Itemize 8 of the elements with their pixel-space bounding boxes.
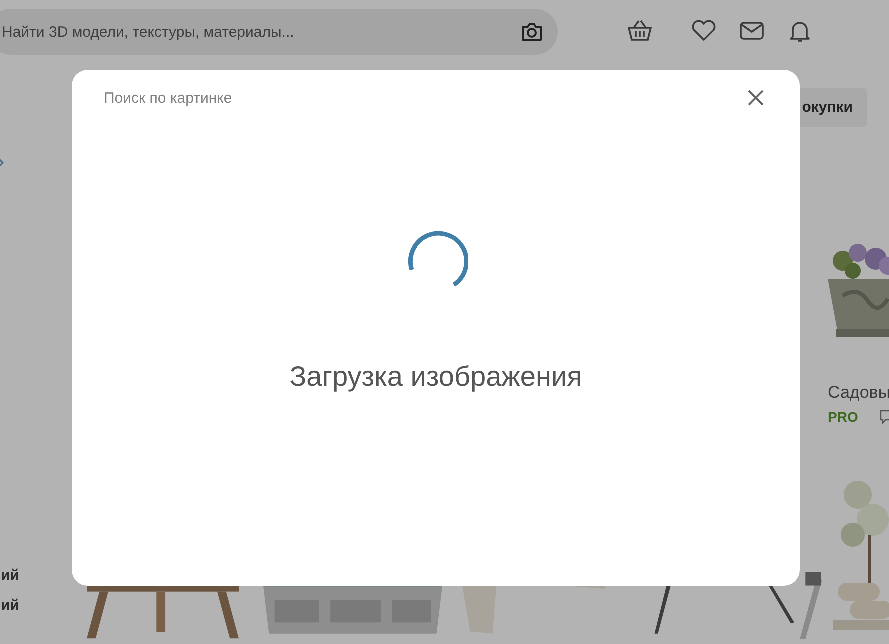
product-title[interactable]: Садовы [828,383,889,403]
pro-label: PRO [828,409,858,425]
sidebar-item[interactable]: ий [1,597,68,614]
close-icon[interactable] [746,88,766,108]
sidebar-item[interactable]: ий [1,567,68,584]
search-field[interactable]: Найти 3D модели, текстуры, материалы... [0,9,558,55]
dialog-title: Поиск по картинке [104,90,232,106]
loading-message: Загрузка изображения [290,361,582,393]
